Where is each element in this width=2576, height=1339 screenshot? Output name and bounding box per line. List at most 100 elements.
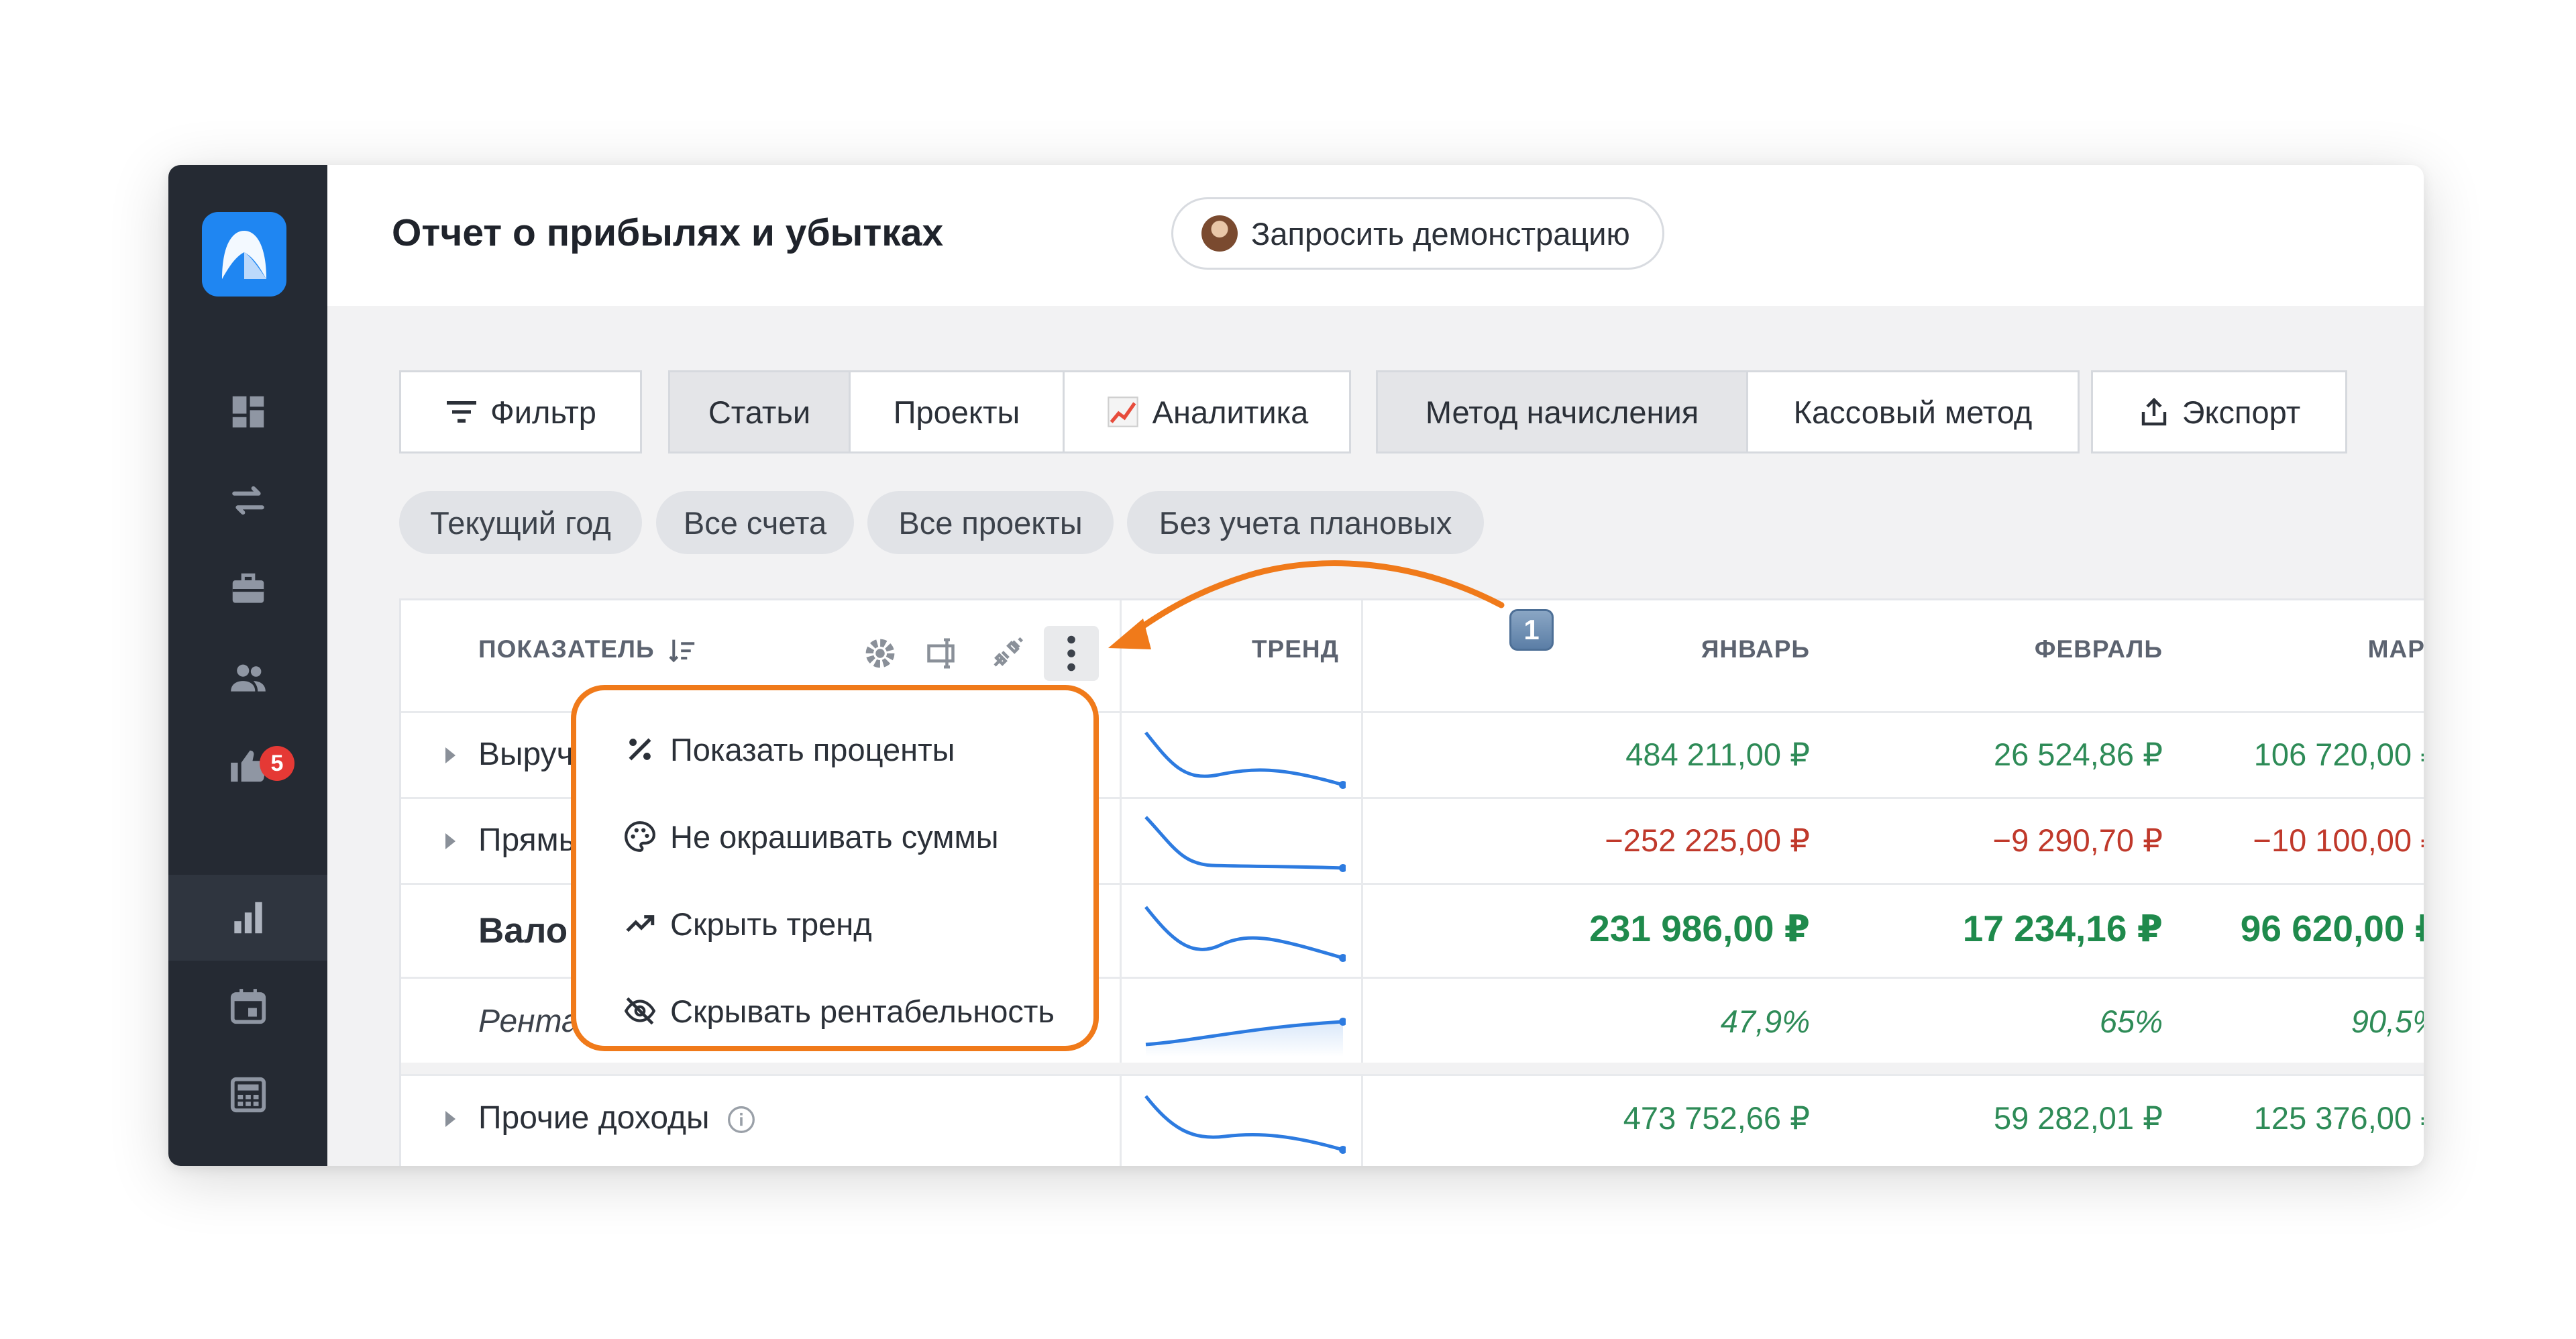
cell-margin-february: 65%: [2099, 1004, 2163, 1039]
sidebar-item-reports[interactable]: [168, 875, 327, 961]
eye-off-icon: [624, 997, 656, 1025]
menu-item-hide-trend[interactable]: Скрыть тренд: [623, 897, 872, 951]
export-icon: [2141, 397, 2166, 426]
export-label: Экспорт: [2182, 394, 2301, 430]
column-width-icon[interactable]: [926, 635, 962, 672]
cell-gross-march: 96 620,00 ₽: [2240, 908, 2424, 949]
percent-icon: [629, 738, 651, 761]
step-badge: 1: [1509, 609, 1554, 651]
indicator-header-label: ПОКАЗАТЕЛЬ: [478, 635, 655, 663]
row-gross-profit-label: Вало: [478, 911, 568, 951]
chip-period[interactable]: Текущий год: [399, 491, 642, 554]
chip-planned[interactable]: Без учета плановых: [1127, 491, 1484, 554]
trend-sparkline: [1144, 906, 1346, 962]
cell-gross-january: 231 986,00 ₽: [1589, 908, 1810, 949]
more-options-button[interactable]: [1044, 626, 1099, 681]
menu-item-hide-profitability[interactable]: Скрывать рентабельность: [623, 984, 1055, 1038]
expand-caret[interactable]: [445, 747, 455, 763]
trend-icon: [626, 915, 655, 932]
export-button[interactable]: Экспорт: [2091, 370, 2347, 453]
chart-increasing-icon: [1107, 396, 1138, 427]
trend-sparkline: [1144, 731, 1346, 789]
sidebar-item-calendar[interactable]: [168, 963, 327, 1049]
february-header: ФЕВРАЛЬ: [2034, 635, 2163, 663]
info-icon[interactable]: [727, 1105, 756, 1134]
briefcase-icon: [232, 573, 264, 603]
transfer-arrows-icon: [231, 486, 264, 515]
app-window: 5 Отчет о прибылях и убытках Запросить д…: [168, 165, 2424, 1166]
menu-item-label: Скрывать рентабельность: [670, 993, 1055, 1029]
sort-icon[interactable]: [667, 637, 697, 664]
tab-projects-label: Проекты: [893, 394, 1020, 430]
gear-icon[interactable]: [862, 635, 898, 672]
trend-sparkline: [1144, 816, 1346, 872]
cell-margin-january: 47,9%: [1720, 1004, 1810, 1039]
row-revenue-label[interactable]: Выруч: [478, 736, 574, 773]
sidebar-item-dashboard[interactable]: [168, 369, 327, 455]
sidebar: 5: [168, 165, 327, 1166]
menu-item-show-percent[interactable]: Показать проценты: [623, 722, 955, 776]
tab-projects[interactable]: Проекты: [849, 370, 1065, 453]
accrual-method-label: Метод начисления: [1425, 394, 1699, 430]
filter-icon: [447, 401, 477, 423]
cell-costs-february: −9 290,70 ₽: [1992, 822, 2163, 858]
row-direct-costs-label[interactable]: Прямы: [478, 822, 582, 859]
cell-gross-february: 17 234,16 ₽: [1962, 908, 2163, 949]
app-logo[interactable]: [202, 212, 286, 297]
expand-caret[interactable]: [445, 1111, 455, 1127]
trend-sparkline: [1145, 1018, 1346, 1057]
accrual-method-button[interactable]: Метод начисления: [1376, 370, 1748, 453]
chip-period-label: Текущий год: [430, 504, 611, 541]
table-options-menu: Показать проценты Не окрашивать суммы Ск…: [571, 685, 1099, 1051]
chip-accounts-label: Все счета: [683, 504, 827, 541]
filter-button[interactable]: Фильтр: [399, 370, 642, 453]
cell-costs-march: −10 100,00 ₽: [2253, 822, 2424, 858]
tab-analytics[interactable]: Аналитика: [1063, 370, 1351, 453]
dashboard-icon: [232, 396, 264, 428]
chip-projects-label: Все проекты: [898, 504, 1083, 541]
cell-revenue-february: 26 524,86 ₽: [1993, 737, 2163, 772]
cell-margin-march: 90,5%: [2351, 1004, 2424, 1039]
row-margin-label: Рента: [478, 1004, 580, 1039]
page-title: Отчет о прибылях и убытках: [392, 211, 944, 254]
chip-planned-label: Без учета плановых: [1159, 504, 1452, 541]
cell-other-january: 473 752,66 ₽: [1623, 1100, 1810, 1136]
sidebar-item-projects[interactable]: [168, 546, 327, 632]
march-header: МАРТ: [2367, 635, 2424, 663]
cash-method-button[interactable]: Кассовый метод: [1746, 370, 2080, 453]
sidebar-item-contacts[interactable]: [168, 635, 327, 720]
chip-accounts[interactable]: Все счета: [656, 491, 854, 554]
row-other-income-text: Прочие доходы: [478, 1100, 710, 1136]
menu-item-no-color[interactable]: Не окрашивать суммы: [623, 810, 999, 863]
more-vertical-icon: [1067, 635, 1075, 672]
trend-sparkline: [1144, 1095, 1346, 1154]
avatar: [1201, 215, 1238, 252]
cell-revenue-march: 106 720,00 ₽: [2253, 737, 2424, 772]
sidebar-item-deals[interactable]: 5: [168, 723, 327, 809]
filter-label: Фильтр: [490, 394, 596, 430]
indicator-header[interactable]: ПОКАЗАТЕЛЬ: [478, 635, 697, 664]
top-bar: Отчет о прибылях и убытках Запросить дем…: [327, 165, 2424, 306]
sidebar-item-transfers[interactable]: [168, 458, 327, 543]
request-demo-button[interactable]: Запросить демонстрацию: [1171, 197, 1664, 270]
cell-costs-january: −252 225,00 ₽: [1605, 822, 1810, 858]
notification-badge: 5: [260, 746, 294, 781]
row-other-income-label[interactable]: Прочие доходы: [478, 1100, 756, 1136]
menu-item-label: Показать проценты: [670, 731, 955, 767]
bar-chart-icon: [233, 902, 262, 934]
chip-projects[interactable]: Все проекты: [867, 491, 1114, 554]
cell-other-february: 59 282,01 ₽: [1993, 1100, 2163, 1136]
request-demo-label: Запросить демонстрацию: [1251, 215, 1630, 252]
menu-item-label: Скрыть тренд: [670, 906, 872, 942]
cash-method-label: Кассовый метод: [1793, 394, 2033, 430]
expand-caret[interactable]: [445, 833, 455, 849]
menu-item-label: Не окрашивать суммы: [670, 818, 999, 855]
cell-other-march: 125 376,00 ₽: [2253, 1100, 2424, 1136]
sidebar-item-calculator[interactable]: [168, 1052, 327, 1138]
trend-header: ТРЕНД: [1251, 635, 1339, 663]
logo-icon: [222, 231, 266, 279]
people-icon: [230, 664, 266, 692]
disconnect-icon[interactable]: [989, 635, 1025, 672]
tab-articles[interactable]: Статьи: [668, 370, 851, 453]
palette-icon: [625, 821, 655, 852]
